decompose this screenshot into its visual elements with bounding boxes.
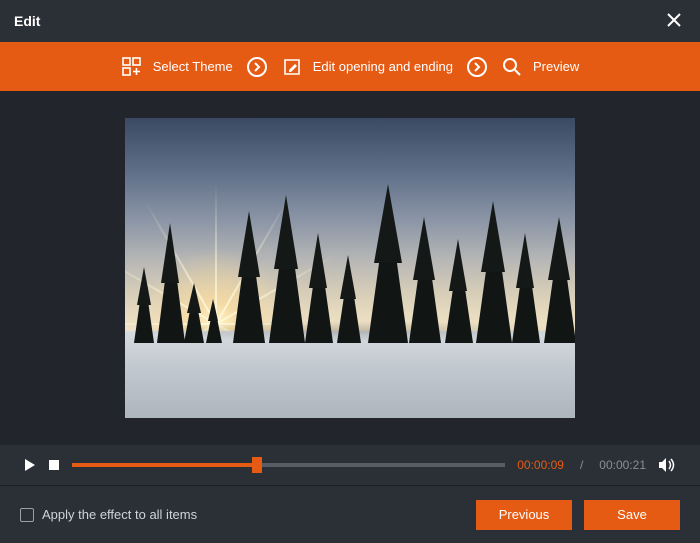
play-icon[interactable] xyxy=(24,458,36,472)
playback-controls: 00:00:09 / 00:00:21 xyxy=(0,445,700,485)
apply-all-label: Apply the effect to all items xyxy=(42,507,197,522)
window-title: Edit xyxy=(14,13,40,29)
preview-area xyxy=(0,91,700,445)
step-label: Select Theme xyxy=(153,59,233,74)
magnifier-icon xyxy=(501,56,523,78)
current-time: 00:00:09 xyxy=(517,458,564,472)
close-icon[interactable] xyxy=(662,11,686,32)
chevron-right-icon xyxy=(247,57,267,77)
video-frame[interactable] xyxy=(125,118,575,418)
step-preview[interactable]: Preview xyxy=(501,56,579,78)
step-label: Preview xyxy=(533,59,579,74)
checkbox-icon xyxy=(20,508,34,522)
apply-all-checkbox[interactable]: Apply the effect to all items xyxy=(20,507,197,522)
theme-grid-icon xyxy=(121,56,143,78)
step-label: Edit opening and ending xyxy=(313,59,453,74)
stop-icon[interactable] xyxy=(48,459,60,471)
seek-thumb[interactable] xyxy=(252,457,262,473)
time-separator: / xyxy=(580,458,583,472)
volume-icon[interactable] xyxy=(658,457,676,473)
step-select-theme[interactable]: Select Theme xyxy=(121,56,233,78)
footer: Apply the effect to all items Previous S… xyxy=(0,485,700,543)
save-button[interactable]: Save xyxy=(584,500,680,530)
edit-window: Edit Select Theme xyxy=(0,0,700,543)
titlebar: Edit xyxy=(0,0,700,42)
seek-slider[interactable] xyxy=(72,463,505,467)
steps-bar: Select Theme Edit opening and ending xyxy=(0,42,700,91)
chevron-right-icon xyxy=(467,57,487,77)
step-edit-opening[interactable]: Edit opening and ending xyxy=(281,56,453,78)
edit-pencil-icon xyxy=(281,56,303,78)
previous-button[interactable]: Previous xyxy=(476,500,572,530)
footer-buttons: Previous Save xyxy=(476,500,680,530)
total-duration: 00:00:21 xyxy=(599,458,646,472)
seek-fill xyxy=(72,463,257,467)
